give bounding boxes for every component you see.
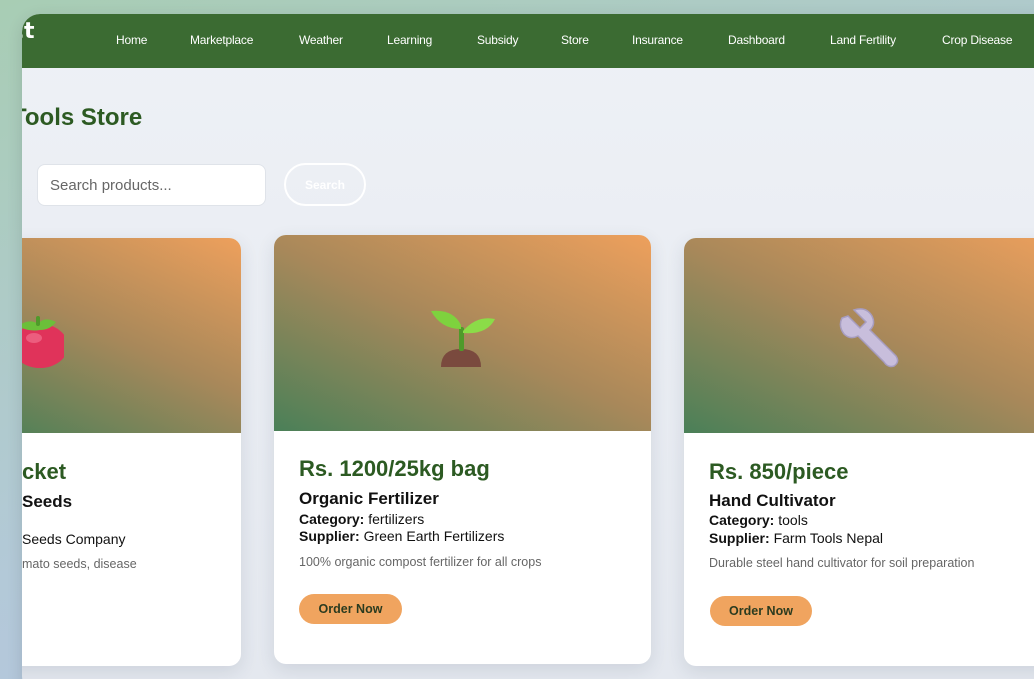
supplier-label: Supplier: (709, 530, 770, 546)
category-label: Category: (299, 511, 365, 527)
tomato-icon (22, 316, 64, 368)
product-card: Rs. 1200/25kg bag Organic Fertilizer Cat… (274, 235, 651, 664)
product-image (22, 238, 241, 433)
product-card: cket Seeds Seeds Company mato seeds, dis… (22, 238, 241, 666)
page-title: Tools Store (22, 104, 143, 131)
category-value: fertilizers (368, 511, 425, 527)
nav-subsidy[interactable]: Subsidy (477, 33, 518, 47)
order-now-button[interactable]: Order Now (710, 596, 812, 626)
product-supplier: Supplier: Farm Tools Nepal (709, 530, 883, 547)
nav-crop-disease[interactable]: Crop Disease (942, 33, 1013, 47)
nav-insurance[interactable]: Insurance (632, 33, 683, 47)
order-now-button[interactable]: Order Now (299, 594, 402, 624)
nav-learning[interactable]: Learning (387, 33, 432, 47)
product-card: Rs. 850/piece Hand Cultivator Category: … (684, 238, 1034, 666)
product-description: mato seeds, disease (22, 557, 137, 571)
seedling-icon (431, 310, 495, 367)
wrench-icon (839, 308, 899, 368)
search-input[interactable] (37, 164, 266, 206)
nav-weather[interactable]: Weather (299, 33, 343, 47)
product-description: Durable steel hand cultivator for soil p… (709, 556, 975, 570)
category-value: tools (778, 512, 808, 528)
supplier-value: Farm Tools Nepal (773, 530, 884, 546)
category-label: Category: (709, 512, 775, 528)
product-price: cket (22, 459, 67, 484)
product-name: Organic Fertilizer (299, 489, 439, 508)
product-supplier: Supplier: Green Earth Fertilizers (299, 528, 504, 545)
nav-dashboard[interactable]: Dashboard (728, 33, 785, 47)
app-window: ect Home Marketplace Weather Learning Su… (22, 14, 1034, 679)
nav-marketplace[interactable]: Marketplace (190, 33, 253, 47)
product-price: Rs. 1200/25kg bag (299, 456, 490, 481)
product-category: Category: fertilizers (299, 511, 424, 528)
product-description: 100% organic compost fertilizer for all … (299, 555, 542, 569)
product-name: Seeds (22, 492, 73, 511)
top-navbar: ect Home Marketplace Weather Learning Su… (22, 14, 1034, 68)
nav-land-fertility[interactable]: Land Fertility (830, 33, 896, 47)
product-supplier: Seeds Company (22, 531, 126, 547)
product-image (684, 238, 1034, 433)
brand-logo[interactable]: ect (22, 19, 34, 44)
search-button[interactable]: Search (284, 163, 366, 206)
nav-home[interactable]: Home (116, 33, 147, 47)
nav-store[interactable]: Store (561, 33, 589, 47)
product-category: Category: tools (709, 512, 808, 529)
product-name: Hand Cultivator (709, 491, 836, 510)
supplier-label: Supplier: (299, 528, 360, 544)
product-price: Rs. 850/piece (709, 459, 849, 484)
product-image (274, 235, 651, 431)
supplier-value: Green Earth Fertilizers (363, 528, 505, 544)
